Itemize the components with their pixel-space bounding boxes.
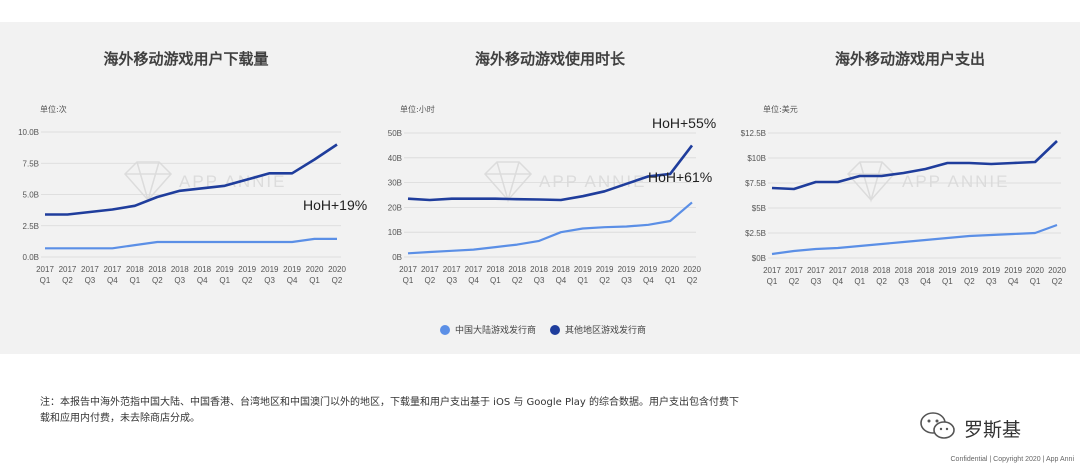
x-tick-label: Q2	[1052, 277, 1063, 286]
brand-name: 罗斯基	[964, 418, 1022, 441]
x-tick-label: Q1	[1030, 277, 1041, 286]
y-tick-label: $12.5B	[741, 129, 766, 138]
x-tick-label: 2019	[1004, 266, 1022, 275]
watermark-diamond-icon	[846, 161, 896, 203]
x-tick-label: 2017	[807, 266, 825, 275]
x-tick-label: Q1	[942, 277, 953, 286]
y-tick-label: $2.5B	[745, 229, 766, 238]
y-tick-label: $0B	[752, 254, 766, 263]
x-tick-label: Q2	[789, 277, 800, 286]
legend-item-china: 中国大陆游戏发行商	[440, 323, 536, 336]
x-tick-label: 2017	[763, 266, 781, 275]
x-tick-label: Q4	[832, 277, 843, 286]
x-tick-label: Q2	[876, 277, 887, 286]
x-tick-label: 2019	[982, 266, 1000, 275]
y-tick-label: $10B	[747, 154, 766, 163]
y-tick-label: $7.5B	[745, 179, 766, 188]
series-line-china	[771, 223, 1058, 256]
x-tick-label: 2017	[829, 266, 847, 275]
x-tick-label: 2020	[1026, 266, 1044, 275]
x-tick-label: 2017	[785, 266, 803, 275]
brand-badge: 罗斯基	[918, 410, 1021, 446]
legend-item-other: 其他地区游戏发行商	[550, 323, 646, 336]
x-tick-label: Q4	[920, 277, 931, 286]
chart-legend: 中国大陆游戏发行商 其他地区游戏发行商	[440, 323, 660, 336]
x-tick-label: 2018	[873, 266, 891, 275]
watermark-text: APP ANNIE	[902, 172, 1009, 191]
x-tick-label: Q1	[767, 277, 778, 286]
x-tick-label: Q4	[1008, 277, 1019, 286]
legend-swatch-other	[550, 324, 561, 335]
x-tick-label: 2018	[917, 266, 935, 275]
x-tick-label: Q3	[986, 277, 997, 286]
x-tick-label: 2019	[938, 266, 956, 275]
x-tick-label: Q2	[964, 277, 975, 286]
footer-copyright: Confidential | Copyright 2020 | App Anni	[950, 456, 1075, 463]
legend-label-other: 其他地区游戏发行商	[565, 326, 647, 336]
wechat-icon	[918, 410, 958, 446]
y-unit-label: 单位:美元	[763, 104, 798, 114]
x-tick-label: 2018	[895, 266, 913, 275]
x-tick-label: Q3	[898, 277, 909, 286]
y-tick-label: $5B	[752, 204, 766, 213]
x-tick-label: Q3	[811, 277, 822, 286]
x-tick-label: 2019	[960, 266, 978, 275]
footnote: 注：本报告中海外范指中国大陆、中国香港、台湾地区和中国澳门以外的地区，下载量和用…	[40, 397, 740, 424]
legend-swatch-china	[440, 324, 450, 335]
x-tick-label: Q1	[854, 277, 865, 286]
legend-label-china: 中国大陆游戏发行商	[455, 326, 537, 336]
x-tick-label: 2018	[851, 266, 869, 275]
x-tick-label: 2020	[1048, 266, 1066, 275]
